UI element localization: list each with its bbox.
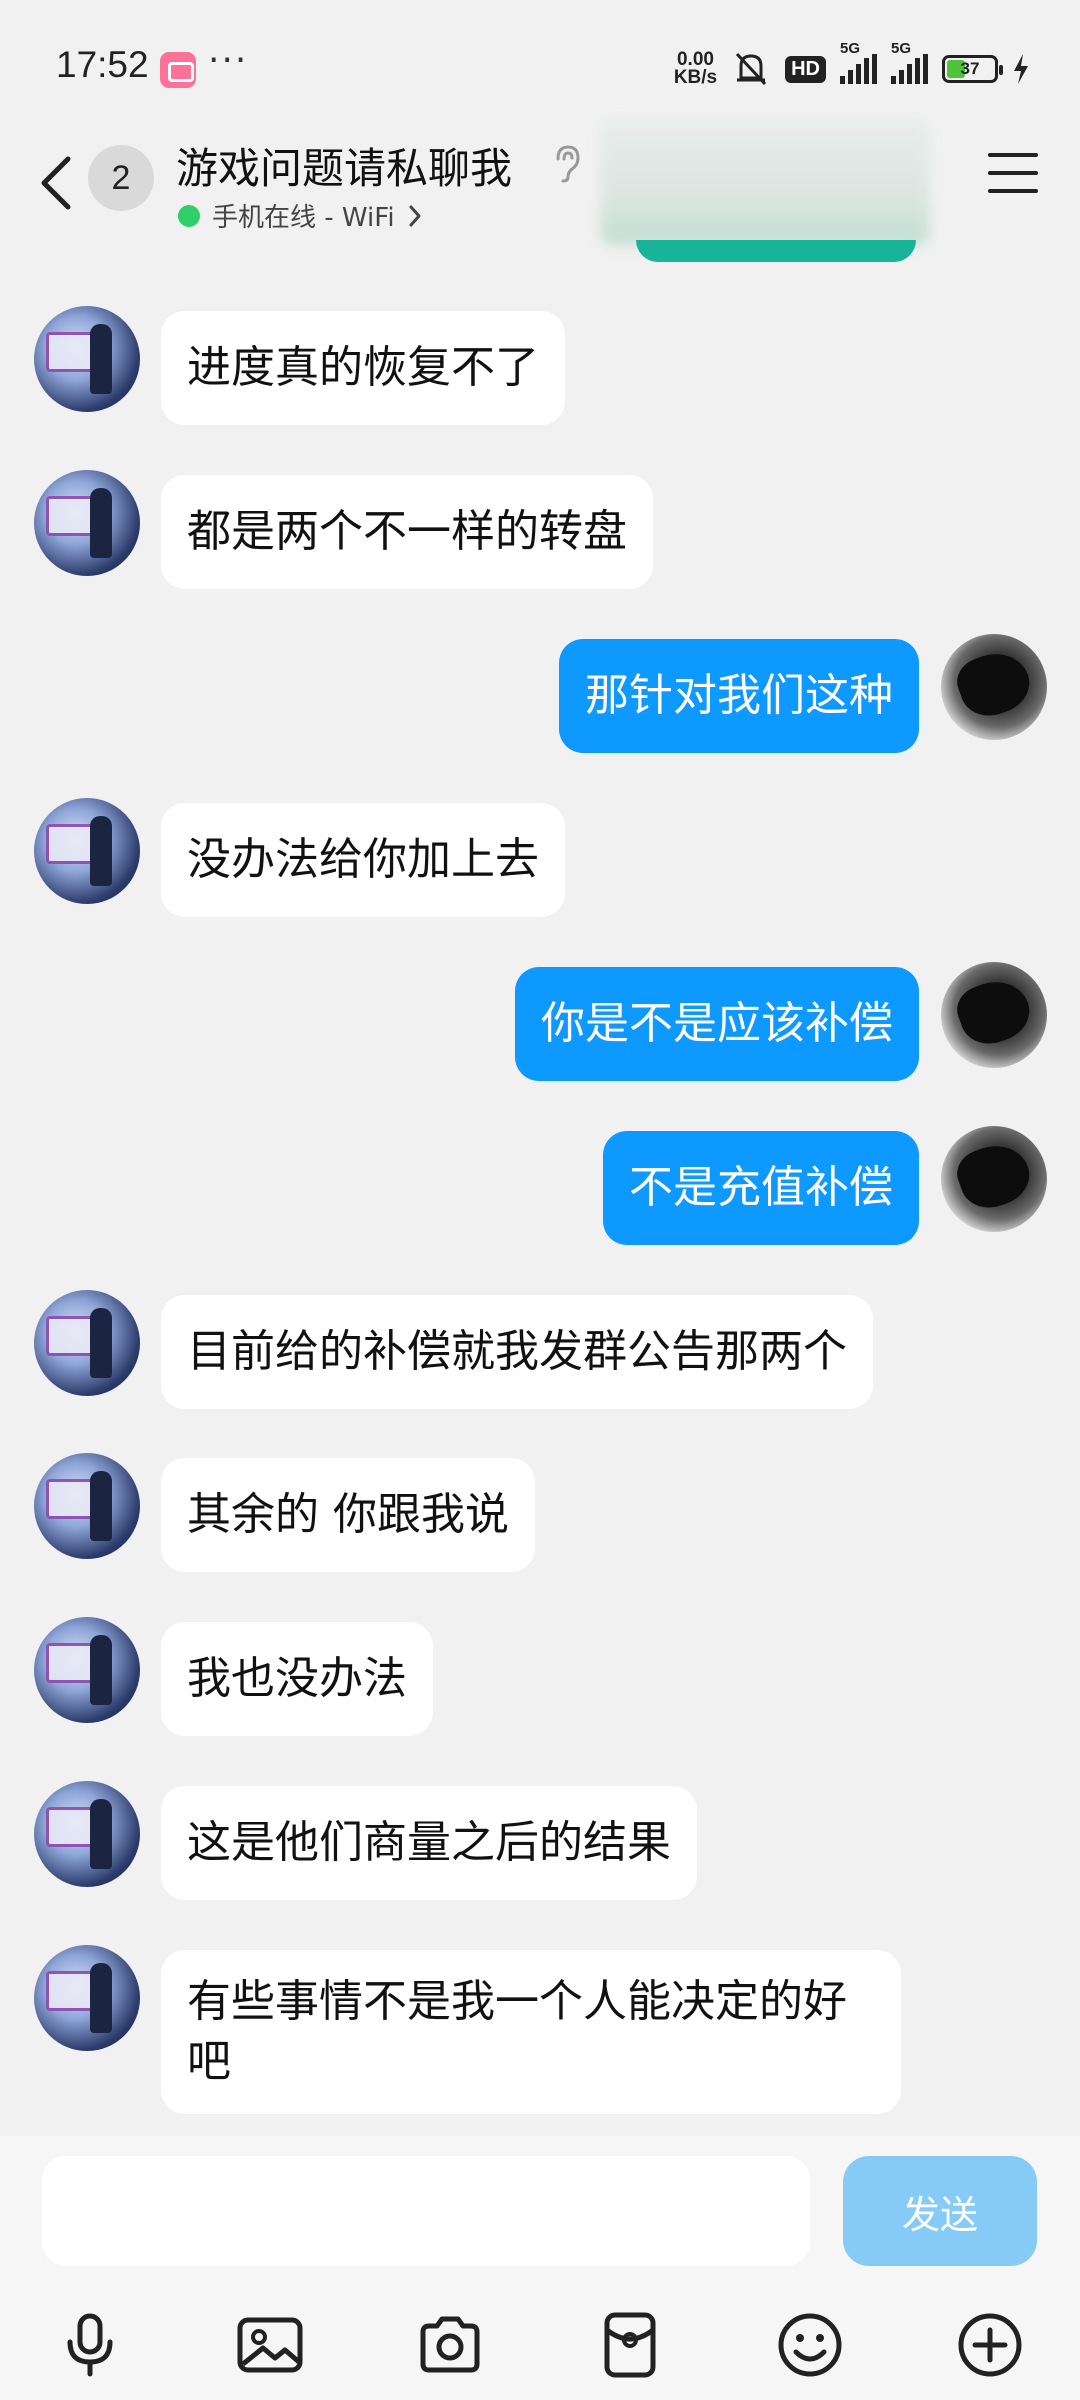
input-area: 发送 [0,2136,1080,2400]
my-avatar[interactable] [941,962,1047,1068]
ear-icon [556,145,580,183]
mute-bell-icon [736,52,767,86]
network-speed: 0.00 KB/s [673,50,718,88]
input-toolbar [0,2296,1080,2396]
menu-button[interactable] [988,153,1038,197]
emoji-icon [778,2313,842,2377]
status-more-icon: ··· [208,40,249,81]
photo-button[interactable] [235,2310,305,2380]
contact-avatar[interactable] [34,1945,140,2051]
chevron-left-icon [41,156,71,210]
chat-title[interactable]: 游戏问题请私聊我 [176,135,512,196]
chat-header: 2 游戏问题请私聊我 手机在线 - WiFi [0,135,1080,245]
message-bubble-received[interactable]: 其余的 你跟我说 [161,1458,535,1572]
send-button[interactable]: 发送 [843,2156,1037,2266]
my-avatar[interactable] [941,634,1047,740]
camera-icon [420,2316,480,2373]
back-button[interactable] [36,153,76,213]
my-avatar[interactable] [941,1126,1047,1232]
message-bubble-received[interactable]: 进度真的恢复不了 [161,311,565,425]
signal-icon-1: 5G [840,40,877,84]
message-input[interactable] [42,2156,810,2266]
camera-button[interactable] [415,2310,485,2380]
message-bubble-received[interactable]: 没办法给你加上去 [161,803,565,917]
hd-badge: HD [785,55,826,83]
status-indicators: 0.00 KB/s HD 5G 5G 37 [673,40,1030,90]
message-bubble-sent[interactable]: 不是充值补偿 [603,1131,919,1245]
signal-icon-2: 5G [891,40,928,84]
message-bubble-received[interactable]: 目前给的补偿就我发群公告那两个 [161,1295,873,1409]
plus-icon [958,2313,1022,2377]
contact-avatar[interactable] [34,1290,140,1396]
unread-count-badge[interactable]: 2 [88,145,154,211]
message-bubble-received[interactable]: 我也没办法 [161,1622,433,1736]
status-time: 17:52 [56,44,149,85]
contact-avatar[interactable] [34,470,140,576]
message-bubble-sent[interactable]: 你是不是应该补偿 [515,967,919,1081]
online-status-text: 手机在线 - WiFi [212,203,395,233]
battery-level: 37 [960,59,980,78]
microphone-icon [67,2313,113,2377]
network-speed-unit: KB/s [673,67,718,88]
red-packet-button[interactable] [595,2310,665,2380]
message-bubble-received[interactable]: 都是两个不一样的转盘 [161,475,653,589]
contact-avatar[interactable] [34,1617,140,1723]
message-bubble-sent[interactable]: 那针对我们这种 [559,639,919,753]
message-bubble-received[interactable]: 这是他们商量之后的结果 [161,1786,697,1900]
emoji-button[interactable] [775,2310,845,2380]
contact-avatar[interactable] [34,306,140,412]
online-dot-icon [178,204,200,227]
contact-avatar[interactable] [34,1781,140,1887]
bilibili-app-icon [160,52,196,88]
message-bubble-received[interactable]: 有些事情不是我一个人能决定的好吧 [161,1950,901,2114]
contact-avatar[interactable] [34,1453,140,1559]
battery-icon: 37 [942,55,1003,83]
online-status[interactable]: 手机在线 - WiFi [178,197,423,234]
more-button[interactable] [955,2310,1025,2380]
voice-button[interactable] [55,2310,125,2380]
chevron-right-icon [409,205,421,226]
contact-avatar[interactable] [34,798,140,904]
red-packet-icon [604,2312,656,2378]
image-icon [237,2317,303,2373]
status-bar: 17:52 ··· 0.00 KB/s HD 5G 5G 37 [0,0,1080,135]
charging-icon [1014,54,1028,84]
